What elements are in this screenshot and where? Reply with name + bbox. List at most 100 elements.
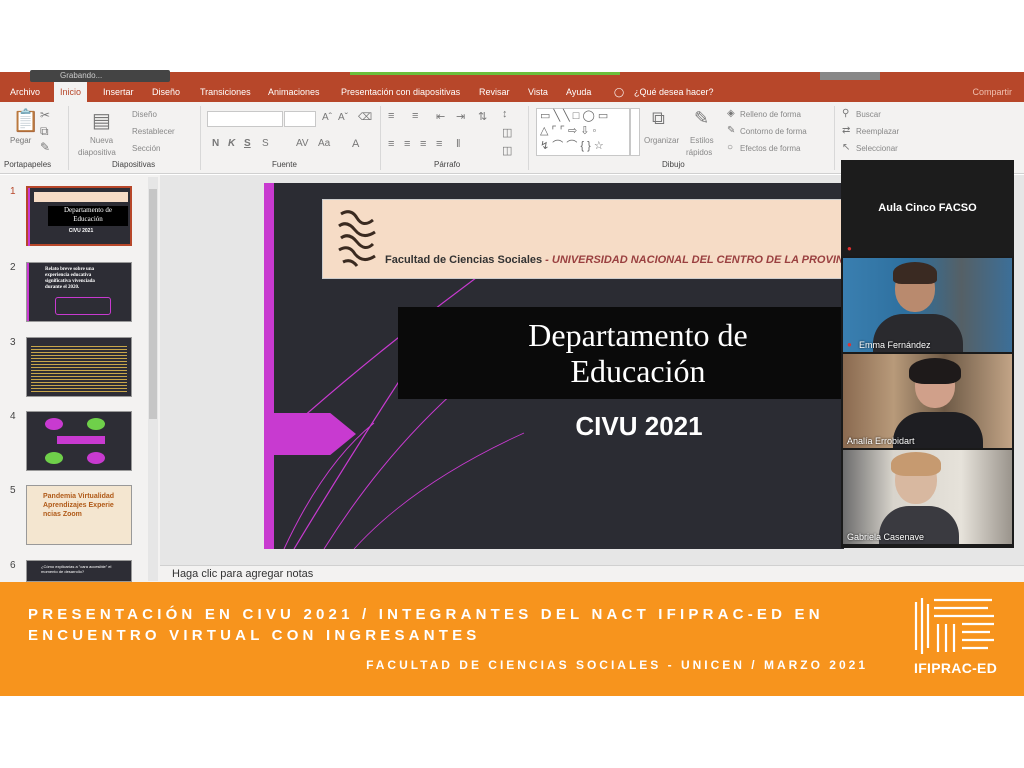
- align-left-icon[interactable]: ≡: [388, 138, 394, 150]
- slide-thumbnail-6[interactable]: ¿Cómo explicarías a "cara accesible" el …: [26, 560, 132, 582]
- slide-title-box[interactable]: Departamento de Educación: [398, 307, 844, 399]
- format-painter-icon[interactable]: ✎: [40, 140, 50, 154]
- shrink-font-icon[interactable]: Aˇ: [338, 112, 348, 123]
- quick-styles-label-1[interactable]: Estilos: [690, 136, 714, 145]
- video-tile-3[interactable]: Gabriela Casenave: [843, 450, 1012, 544]
- quick-styles-label-2[interactable]: rápidos: [686, 148, 712, 157]
- slide-thumbnail-1[interactable]: Departamento de Educación CIVU 2021: [26, 186, 132, 246]
- lightbulb-icon: ◯: [614, 87, 625, 97]
- quick-styles-icon[interactable]: ✎: [694, 108, 709, 129]
- reset-button[interactable]: Restablecer: [132, 127, 175, 136]
- replace-icon[interactable]: ⇄: [842, 125, 850, 136]
- find-button[interactable]: Buscar: [856, 110, 881, 119]
- arrange-button[interactable]: Organizar: [644, 136, 679, 145]
- slide-thumbnail-4[interactable]: [26, 411, 132, 471]
- shape-outline-icon[interactable]: ✎: [727, 125, 735, 136]
- current-slide[interactable]: Facultad de Ciencias Sociales - UNIVERSI…: [264, 183, 844, 549]
- thumbnail-number: 5: [10, 485, 16, 496]
- shape-fill-button[interactable]: Relleno de forma: [740, 110, 801, 119]
- bullets-icon[interactable]: ≡: [388, 110, 394, 122]
- italic-button[interactable]: K: [228, 138, 235, 149]
- tab-vista[interactable]: Vista: [528, 82, 548, 102]
- video-tile-1[interactable]: ● Emma Fernández: [843, 258, 1012, 352]
- paste-button[interactable]: Pegar: [10, 136, 31, 145]
- increase-indent-icon[interactable]: ⇥: [456, 110, 465, 123]
- change-case-icon[interactable]: Aa: [318, 138, 330, 149]
- shape-effects-icon[interactable]: ○: [727, 142, 733, 153]
- smartart-icon[interactable]: ◫: [502, 144, 512, 157]
- line-spacing-icon[interactable]: ⇅: [478, 110, 487, 123]
- tab-inicio[interactable]: Inicio: [54, 82, 88, 102]
- slide-subtitle[interactable]: CIVU 2021: [264, 411, 844, 442]
- decrease-indent-icon[interactable]: ⇤: [436, 110, 445, 123]
- arrange-icon[interactable]: ⧉: [652, 108, 665, 129]
- columns-icon[interactable]: ‖: [456, 138, 461, 150]
- divider: [380, 106, 381, 170]
- shape-effects-button[interactable]: Efectos de forma: [740, 144, 800, 153]
- ribbon-tabs: Archivo Inicio Insertar Diseño Transicio…: [0, 82, 1024, 102]
- clear-format-icon[interactable]: ⌫: [358, 112, 372, 123]
- tab-animaciones[interactable]: Animaciones: [268, 82, 320, 102]
- replace-button[interactable]: Reemplazar: [856, 127, 899, 136]
- thumbnail-number: 2: [10, 262, 16, 273]
- align-right-icon[interactable]: ≡: [420, 138, 426, 150]
- paste-icon[interactable]: 📋: [12, 108, 39, 134]
- new-slide-icon[interactable]: ▤: [92, 108, 111, 133]
- recording-indicator[interactable]: Grabando...: [30, 70, 170, 82]
- text-direction-icon[interactable]: ↕: [502, 108, 508, 120]
- new-slide-label-2[interactable]: diapositiva: [78, 148, 116, 157]
- thumbnails-scrollbar[interactable]: [148, 177, 158, 581]
- underline-button[interactable]: S: [244, 138, 251, 149]
- thumb-text: ¿Cómo explicarías a "cara accesible" el …: [41, 564, 112, 574]
- shapes-gallery-scroll[interactable]: [630, 108, 640, 156]
- ifiprac-logo-text: IFIPRAC-ED: [914, 660, 998, 676]
- participant-name: Emma Fernández: [859, 340, 931, 350]
- tab-archivo[interactable]: Archivo: [10, 82, 40, 102]
- screenshot: Grabando... Archivo Inicio Insertar Dise…: [0, 0, 1024, 768]
- search-icon[interactable]: ⚲: [842, 108, 849, 119]
- tell-me-search[interactable]: ¿Qué desea hacer?: [634, 82, 714, 102]
- tab-presentacion[interactable]: Presentación con diapositivas: [341, 82, 460, 102]
- zoom-recording-bar: Grabando...: [0, 70, 1024, 82]
- participant-name: Analía Errobidart: [847, 436, 915, 446]
- font-family-select[interactable]: [207, 111, 283, 127]
- shapes-gallery[interactable]: ▭ ╲ ╲ □ ◯ ▭ △ ⌜ ⌜ ⇨ ⇩ ◦ ↯ ⌒ ⌒ { } ☆: [536, 108, 630, 156]
- slide-title-line-2: Educación: [570, 353, 706, 389]
- tab-transiciones[interactable]: Transiciones: [200, 82, 251, 102]
- shape-fill-icon[interactable]: ◈: [727, 108, 735, 119]
- strikethrough-icon[interactable]: ​S: [262, 138, 269, 149]
- video-tile-2[interactable]: Analía Errobidart: [843, 354, 1012, 448]
- tab-insertar[interactable]: Insertar: [103, 82, 134, 102]
- zoom-control[interactable]: [820, 72, 880, 80]
- grow-font-icon[interactable]: Aˆ: [322, 112, 332, 123]
- align-text-icon[interactable]: ◫: [502, 126, 512, 139]
- mic-muted-icon: ●: [847, 244, 852, 253]
- spacing-icon[interactable]: AV: [296, 138, 309, 149]
- shape-outline-button[interactable]: Contorno de forma: [740, 127, 807, 136]
- select-button[interactable]: Seleccionar: [856, 144, 898, 153]
- host-tile[interactable]: Aula Cinco FACSO ●: [841, 160, 1014, 256]
- font-color-icon[interactable]: A: [352, 138, 359, 150]
- align-center-icon[interactable]: ≡: [404, 138, 410, 150]
- layout-button[interactable]: Diseño: [132, 110, 157, 119]
- tab-ayuda[interactable]: Ayuda: [566, 82, 591, 102]
- select-icon[interactable]: ↖: [842, 142, 850, 153]
- section-button[interactable]: Sección: [132, 144, 160, 153]
- numbering-icon[interactable]: ≡: [412, 110, 418, 122]
- font-size-select[interactable]: [284, 111, 316, 127]
- caption-subtitle: FACULTAD DE CIENCIAS SOCIALES - UNICEN /…: [366, 658, 868, 672]
- group-slides: Diapositivas: [112, 160, 156, 169]
- share-button[interactable]: Compartir: [972, 82, 1012, 102]
- participant-name: Gabriela Casenave: [847, 532, 925, 542]
- slide-thumbnail-3[interactable]: [26, 337, 132, 397]
- copy-icon[interactable]: ⧉: [40, 124, 49, 139]
- justify-icon[interactable]: ≡: [436, 138, 442, 150]
- bold-button[interactable]: N: [212, 138, 219, 149]
- tab-revisar[interactable]: Revisar: [479, 82, 510, 102]
- cut-icon[interactable]: ✂: [40, 108, 50, 122]
- slide-thumbnail-2[interactable]: Relato breve sobre una experiencia educa…: [26, 262, 132, 322]
- notes-pane[interactable]: Haga clic para agregar notas: [160, 565, 1024, 583]
- slide-thumbnail-5[interactable]: Pandemia Virtualidad Aprendizajes Experi…: [26, 485, 132, 545]
- new-slide-label-1[interactable]: Nueva: [90, 136, 113, 145]
- tab-diseno[interactable]: Diseño: [152, 82, 180, 102]
